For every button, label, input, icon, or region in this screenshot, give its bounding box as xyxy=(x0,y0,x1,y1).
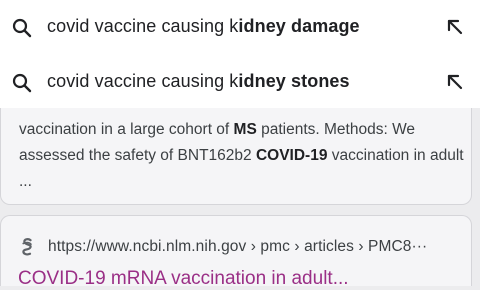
ncbi-favicon xyxy=(19,237,35,257)
search-icon xyxy=(12,73,32,93)
search-icon xyxy=(12,18,32,38)
search-result-card[interactable]: vaccination in a large cohort of MS pati… xyxy=(0,96,472,205)
snippet-bold-term: COVID-19 xyxy=(255,147,328,164)
snippet-bold-term: MS xyxy=(233,121,257,138)
search-result-card[interactable]: https://www.ncbi.nlm.nih.gov › pmc › art… xyxy=(0,215,472,289)
suggestion-completion-part: idney stones xyxy=(238,71,350,91)
suggestion-text: covid vaccine causing kidney damage xyxy=(47,16,360,37)
search-suggestions-dropdown: covid vaccine causing kidney damage covi… xyxy=(0,0,480,108)
suggestion-completion-part: idney damage xyxy=(238,16,360,36)
suggestion-text: covid vaccine causing kidney stones xyxy=(47,71,350,92)
snippet-text: vaccination in a large cohort of xyxy=(19,121,234,138)
result-snippet: vaccination in a large cohort of MS pati… xyxy=(19,117,475,195)
search-suggestion-item[interactable]: covid vaccine causing kidney damage xyxy=(0,1,480,53)
arrow-up-left-icon[interactable] xyxy=(446,18,464,36)
suggestion-typed-part: covid vaccine causing k xyxy=(47,71,239,91)
suggestion-typed-part: covid vaccine causing k xyxy=(47,16,239,36)
arrow-up-left-icon[interactable] xyxy=(446,73,464,91)
search-suggestion-item[interactable]: covid vaccine causing kidney stones xyxy=(0,56,480,108)
result-title[interactable]: COVID-19 mRNA vaccination in adult... xyxy=(18,268,349,290)
result-url[interactable]: https://www.ncbi.nlm.nih.gov › pmc › art… xyxy=(48,238,427,256)
